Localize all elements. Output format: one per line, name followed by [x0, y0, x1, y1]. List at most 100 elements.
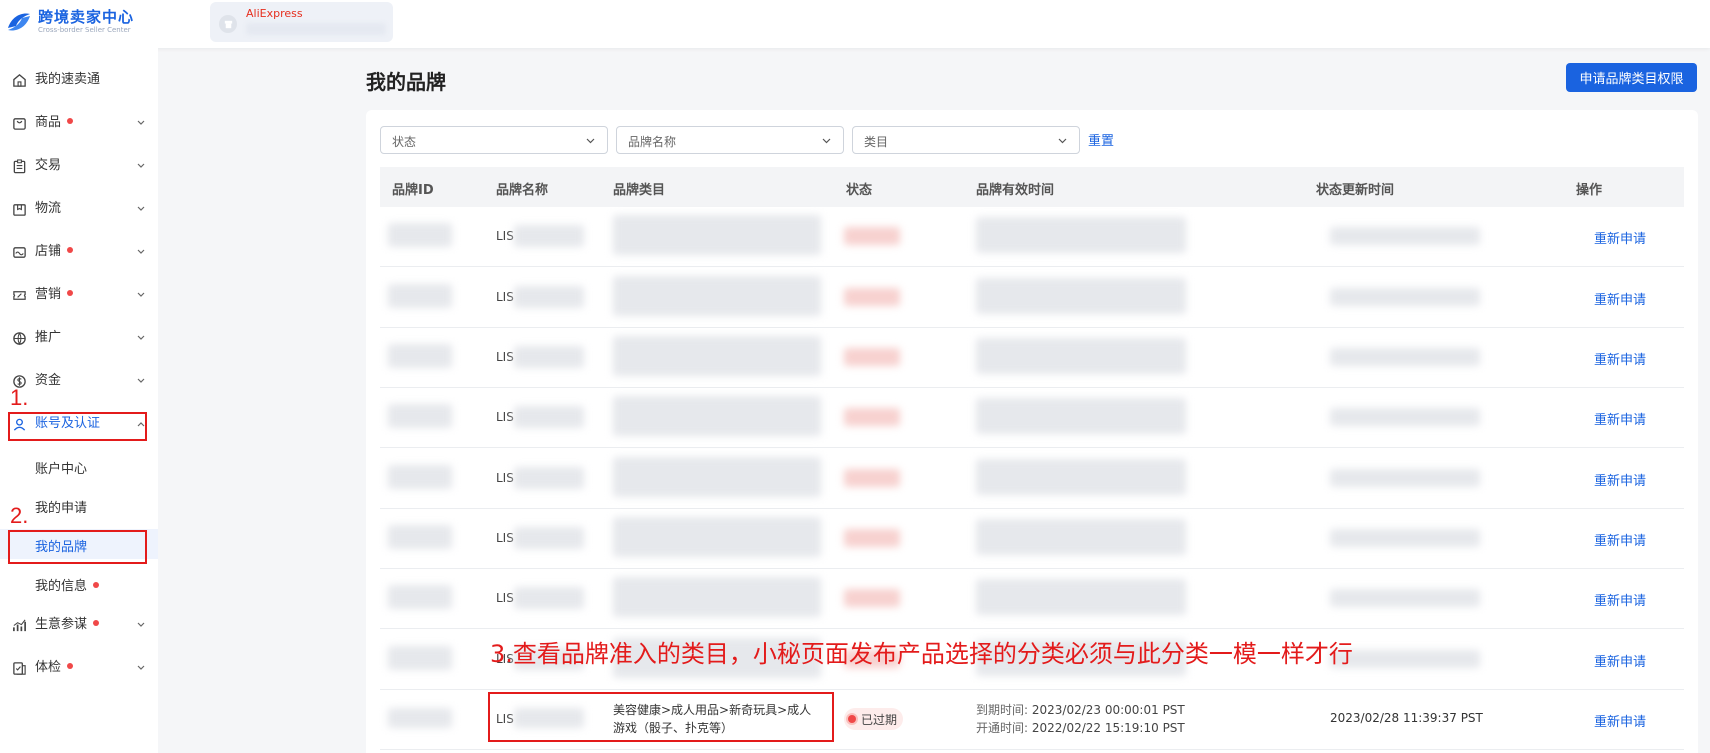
notification-dot: [67, 662, 74, 669]
sidebar-item-logistics[interactable]: 物流: [0, 189, 158, 229]
notification-dot: [93, 581, 100, 588]
brand-category-redacted: [613, 276, 821, 316]
store-name-redacted: [246, 23, 386, 35]
sidebar-item-label: 店铺: [35, 244, 62, 259]
apply-brand-category-button[interactable]: 申请品牌类目权限: [1566, 63, 1697, 92]
status-redacted: [844, 348, 900, 366]
annotation-step-2: 2.: [10, 503, 29, 528]
updated-time-redacted: [1330, 589, 1480, 607]
sidebar-item-label: 资金: [35, 373, 62, 388]
sidebar-item-promotion[interactable]: 推广: [0, 318, 158, 358]
shop-icon: [224, 20, 232, 28]
brand-name-redacted: [514, 527, 584, 549]
bag-icon: [13, 118, 26, 130]
valid-time-redacted: [976, 579, 1186, 615]
sidebar-sub-label: 我的申请: [35, 501, 88, 516]
reapply-link[interactable]: 重新申请: [1594, 349, 1646, 368]
brand-category-redacted: [613, 577, 821, 617]
sidebar-item-label: 生意参谋: [35, 617, 88, 632]
reset-link[interactable]: 重置: [1088, 130, 1114, 149]
brand-filter-placeholder: 品牌名称: [628, 135, 677, 149]
table-header: 品牌ID 品牌名称 品牌类目 状态 品牌有效时间 状态更新时间 操作: [380, 167, 1684, 207]
status-redacted: [844, 288, 900, 306]
col-updated-time: 状态更新时间: [1316, 183, 1395, 198]
sidebar-item-marketing[interactable]: 营销: [0, 275, 158, 315]
brand-name-redacted: [514, 587, 584, 609]
valid-time-redacted: [976, 217, 1186, 253]
annotation-box-category: [488, 692, 834, 742]
valid-time-redacted: [976, 459, 1186, 495]
brand-id-redacted: [388, 525, 452, 549]
chevron-down-icon: [137, 335, 145, 340]
open-label: 开通时间:: [976, 721, 1029, 735]
col-status: 状态: [846, 183, 873, 198]
store-switcher[interactable]: AliExpress: [210, 2, 393, 42]
brand-id-redacted: [388, 223, 452, 247]
sidebar-item-label: 推广: [35, 330, 62, 345]
sidebar-sub-my-info[interactable]: 我的信息: [0, 568, 158, 598]
chevron-down-icon: [137, 163, 145, 168]
brand-category-redacted: [613, 457, 821, 497]
status-redacted: [844, 469, 900, 487]
sidebar-sub-account-center[interactable]: 账户中心: [0, 451, 158, 481]
status-redacted: [844, 227, 900, 245]
brand-id-redacted: [388, 646, 452, 670]
top-bar: 跨境卖家中心 Cross-border Seller Center AliExp…: [0, 0, 1710, 48]
page-title: 我的品牌: [366, 70, 446, 94]
col-action: 操作: [1576, 183, 1603, 198]
brand-name-prefix: LIS: [496, 290, 514, 304]
globe-icon: [13, 332, 26, 346]
updated-time: 2023/02/28 11:39:37 PST: [1330, 711, 1483, 725]
status-filter-select[interactable]: 状态: [380, 126, 608, 154]
app-title: 跨境卖家中心: [38, 8, 135, 26]
valid-time-redacted: [976, 519, 1186, 555]
reapply-link[interactable]: 重新申请: [1594, 470, 1646, 489]
brand-id-redacted: [388, 708, 452, 728]
sidebar-sub-label: 我的信息: [35, 579, 88, 594]
annotation-step-1: 1.: [10, 385, 29, 410]
chevron-down-icon: [1058, 138, 1067, 144]
sidebar-item-home[interactable]: 我的速卖通: [0, 60, 158, 100]
brand-name-redacted: [514, 467, 584, 489]
table-row: LIS 重新申请: [380, 509, 1684, 569]
brand-name-prefix: LIS: [496, 350, 514, 364]
updated-time-redacted: [1330, 469, 1480, 487]
reapply-link[interactable]: 重新申请: [1594, 228, 1646, 247]
annotation-step-3: 3.查看品牌准入的类目，小秘页面发布产品选择的分类必须与此分类一模一样才行: [490, 640, 1353, 668]
chevron-down-icon: [137, 665, 145, 670]
valid-time-redacted: [976, 338, 1186, 374]
sidebar-item-checkup[interactable]: 体检: [0, 648, 158, 688]
store-icon: [13, 247, 26, 258]
reapply-link[interactable]: 重新申请: [1594, 711, 1646, 730]
col-brand-id: 品牌ID: [392, 183, 434, 198]
reapply-link[interactable]: 重新申请: [1594, 409, 1646, 428]
ticket-icon: [13, 291, 26, 300]
chevron-down-icon: [822, 138, 831, 144]
brand-name-redacted: [514, 406, 584, 428]
expire-label: 到期时间:: [976, 703, 1029, 717]
reapply-link[interactable]: 重新申请: [1594, 530, 1646, 549]
sidebar-item-products[interactable]: 商品: [0, 103, 158, 143]
brand-name-filter-select[interactable]: 品牌名称: [616, 126, 844, 154]
valid-time-redacted: [976, 278, 1186, 314]
chevron-down-icon: [137, 292, 145, 297]
reapply-link[interactable]: 重新申请: [1594, 590, 1646, 609]
reapply-link[interactable]: 重新申请: [1594, 651, 1646, 670]
expire-value: 2023/02/23 00:00:01 PST: [1031, 703, 1185, 717]
brand-name-prefix: LIS: [496, 229, 514, 243]
table-row: LIS 重新申请: [380, 388, 1684, 448]
brand-id-redacted: [388, 465, 452, 489]
annotation-box-my-brands: [8, 530, 147, 564]
valid-time-cell: 到期时间: 2023/02/23 00:00:01 PST 开通时间: 2022…: [976, 701, 1185, 737]
sidebar-item-orders[interactable]: 交易: [0, 146, 158, 186]
reapply-link[interactable]: 重新申请: [1594, 289, 1646, 308]
brand-name-prefix: LIS: [496, 471, 514, 485]
brand-name-redacted: [514, 286, 584, 308]
logo[interactable]: 跨境卖家中心 Cross-border Seller Center: [4, 8, 134, 36]
category-filter-select[interactable]: 类目: [852, 126, 1080, 154]
home-icon: [13, 74, 26, 87]
updated-time-redacted: [1330, 529, 1480, 547]
status-redacted: [844, 589, 900, 607]
sidebar-item-business-advisor[interactable]: 生意参谋: [0, 605, 158, 645]
sidebar-item-store[interactable]: 店铺: [0, 232, 158, 272]
